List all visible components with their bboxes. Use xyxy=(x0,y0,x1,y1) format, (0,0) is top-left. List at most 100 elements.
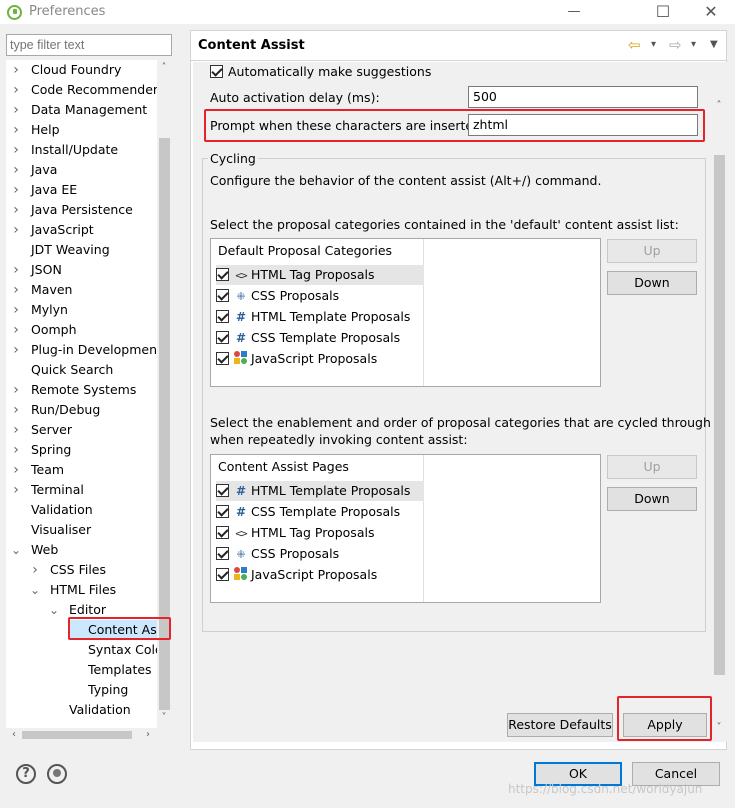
forward-dropdown-icon[interactable]: ▾ xyxy=(691,39,696,50)
scroll-up-arrow-icon[interactable]: ˄ xyxy=(158,62,170,73)
tree-item[interactable]: › Mylyn xyxy=(11,300,68,320)
import-export-icon[interactable] xyxy=(47,764,67,784)
tree-item[interactable]: Templates xyxy=(68,660,152,680)
chevron-right-icon[interactable]: › xyxy=(11,340,21,360)
chevron-right-icon[interactable]: › xyxy=(30,560,40,580)
tree-item[interactable]: › Remote Systems xyxy=(11,380,136,400)
content-vertical-thumb[interactable] xyxy=(714,155,725,675)
checkbox-icon[interactable] xyxy=(216,331,229,344)
checkbox-icon[interactable] xyxy=(216,289,229,302)
tree-item[interactable]: Typing xyxy=(68,680,128,700)
tree-item[interactable]: ⌄ Web xyxy=(11,540,58,560)
content-assist-pages-list[interactable]: Content Assist Pages # HTML Template Prop… xyxy=(210,454,601,603)
chevron-right-icon[interactable]: › xyxy=(11,60,21,80)
checkbox-icon[interactable] xyxy=(216,310,229,323)
tree-item[interactable]: › Spring xyxy=(11,440,71,460)
tree-item[interactable]: › Java Persistence xyxy=(11,200,133,220)
chevron-right-icon[interactable]: › xyxy=(11,300,21,320)
chevron-right-icon[interactable]: › xyxy=(11,160,21,180)
tree-vertical-thumb[interactable] xyxy=(159,138,170,710)
down-button[interactable]: Down xyxy=(607,487,697,511)
tree-item[interactable]: ⌄ Editor xyxy=(49,600,106,620)
tree-item[interactable]: › Java xyxy=(11,160,57,180)
chevron-right-icon[interactable]: › xyxy=(11,400,21,420)
forward-arrow-icon[interactable]: ⇨ xyxy=(669,36,682,54)
list-item[interactable]: # CSS Template Proposals xyxy=(216,328,424,348)
tree-item[interactable]: › Run/Debug xyxy=(11,400,100,420)
tree-item[interactable]: JDT Weaving xyxy=(11,240,110,260)
prompt-characters-input[interactable]: zhtml xyxy=(468,114,698,136)
chevron-down-icon[interactable]: ⌄ xyxy=(49,600,59,620)
chevron-right-icon[interactable]: › xyxy=(11,260,21,280)
tree-item[interactable]: › Java EE xyxy=(11,180,77,200)
tree-item[interactable]: Visualiser xyxy=(11,520,91,540)
back-arrow-icon[interactable]: ⇦ xyxy=(628,36,641,54)
checkbox-icon[interactable] xyxy=(216,268,229,281)
tree-item[interactable]: › Team xyxy=(11,460,64,480)
chevron-right-icon[interactable]: › xyxy=(11,280,21,300)
checkbox-icon[interactable] xyxy=(216,568,229,581)
tree-item[interactable]: › Cloud Foundry xyxy=(11,60,121,80)
chevron-right-icon[interactable]: › xyxy=(11,180,21,200)
tree-horizontal-thumb[interactable] xyxy=(22,731,132,739)
content-scroll-down-icon[interactable]: ˅ xyxy=(713,722,725,733)
tree-item[interactable]: Syntax Colo xyxy=(68,640,163,660)
checkbox-icon[interactable] xyxy=(216,526,229,539)
tree-item[interactable]: › Plug-in Development xyxy=(11,340,162,360)
chevron-right-icon[interactable]: › xyxy=(11,320,21,340)
list-item[interactable]: JavaScript Proposals xyxy=(216,349,424,369)
chevron-down-icon[interactable]: ⌄ xyxy=(11,540,21,560)
chevron-right-icon[interactable]: › xyxy=(11,200,21,220)
delay-input[interactable]: 500 xyxy=(468,86,698,108)
tree-item[interactable]: › Server xyxy=(11,420,72,440)
list-item[interactable]: # HTML Template Proposals xyxy=(216,307,424,327)
scroll-left-arrow-icon[interactable]: ‹ xyxy=(8,729,20,740)
tree-item[interactable]: › CSS Files xyxy=(30,560,106,580)
chevron-right-icon[interactable]: › xyxy=(11,80,21,100)
checkbox-icon[interactable] xyxy=(216,484,229,497)
filter-input[interactable] xyxy=(6,34,172,56)
tree-item[interactable]: Quick Search xyxy=(11,360,113,380)
restore-defaults-button[interactable]: Restore Defaults xyxy=(507,713,613,737)
tree-item[interactable]: › JavaScript xyxy=(11,220,93,240)
tree-item[interactable]: Validation xyxy=(49,700,131,720)
view-menu-icon[interactable]: ▼ xyxy=(710,39,718,50)
tree-item[interactable]: ⌄ HTML Files xyxy=(30,580,116,600)
chevron-right-icon[interactable]: › xyxy=(11,220,21,240)
maximize-button[interactable]: ☐ xyxy=(641,1,685,23)
checkbox-icon[interactable] xyxy=(216,505,229,518)
checkbox-icon[interactable] xyxy=(216,547,229,560)
help-icon[interactable]: ? xyxy=(16,764,36,784)
scroll-down-arrow-icon[interactable]: ˅ xyxy=(158,712,170,723)
checkbox-icon[interactable] xyxy=(210,65,223,78)
chevron-right-icon[interactable]: › xyxy=(11,440,21,460)
apply-button[interactable]: Apply xyxy=(623,713,707,737)
list-item[interactable]: JavaScript Proposals xyxy=(216,565,424,585)
up-button[interactable]: Up xyxy=(607,455,697,479)
checkbox-icon[interactable] xyxy=(216,352,229,365)
auto-suggest-checkbox[interactable]: Automatically make suggestions xyxy=(210,64,431,79)
tree-item[interactable]: › Install/Update xyxy=(11,140,118,160)
default-proposal-list[interactable]: Default Proposal Categories <> HTML Tag P… xyxy=(210,238,601,387)
tree-item[interactable]: › Terminal xyxy=(11,480,84,500)
close-button[interactable]: ✕ xyxy=(689,1,733,23)
list-item[interactable]: <> HTML Tag Proposals xyxy=(216,523,424,543)
tree-item[interactable]: › Oomph xyxy=(11,320,76,340)
content-scroll-up-icon[interactable]: ˄ xyxy=(713,100,725,111)
list-item[interactable]: ⁜ CSS Proposals xyxy=(216,286,424,306)
tree-item[interactable]: › Data Management xyxy=(11,100,147,120)
chevron-right-icon[interactable]: › xyxy=(11,420,21,440)
tree-item[interactable]: Content Ass xyxy=(68,620,170,640)
tree-item[interactable]: Validation xyxy=(11,500,93,520)
back-dropdown-icon[interactable]: ▾ xyxy=(651,39,656,50)
chevron-down-icon[interactable]: ⌄ xyxy=(30,580,40,600)
tree-item[interactable]: › Maven xyxy=(11,280,72,300)
chevron-right-icon[interactable]: › xyxy=(11,460,21,480)
up-button[interactable]: Up xyxy=(607,239,697,263)
tree-item[interactable]: › Code Recommenders xyxy=(11,80,164,100)
down-button[interactable]: Down xyxy=(607,271,697,295)
chevron-right-icon[interactable]: › xyxy=(11,140,21,160)
list-item[interactable]: <> HTML Tag Proposals xyxy=(216,265,424,285)
list-item[interactable]: ⁜ CSS Proposals xyxy=(216,544,424,564)
tree-item[interactable]: › Help xyxy=(11,120,59,140)
